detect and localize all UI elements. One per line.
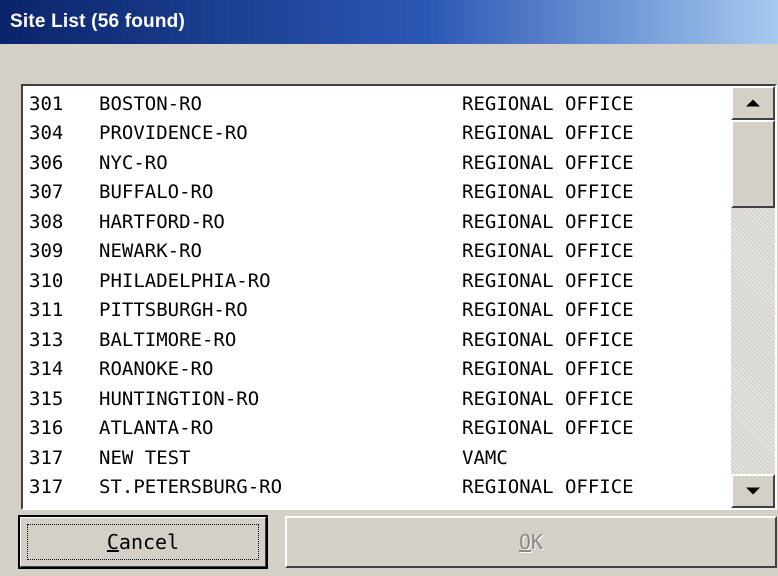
site-id: 314 <box>29 358 64 381</box>
ok-button[interactable]: OK <box>285 516 777 568</box>
site-id: 310 <box>29 269 64 292</box>
list-item[interactable]: 306 NYC-RO REGIONAL OFFICE <box>23 148 729 178</box>
site-name: NYC-RO <box>99 151 168 174</box>
cancel-button[interactable]: Cancel <box>18 515 268 569</box>
site-id: 315 <box>29 387 64 410</box>
site-listbox[interactable]: 301 BOSTON-RO REGIONAL OFFICE 304 PROVIDENCE… <box>21 84 777 510</box>
site-id: 311 <box>29 299 64 322</box>
site-id: 317 <box>29 476 64 499</box>
site-name: ROANOKE-RO <box>99 358 214 381</box>
site-id: 306 <box>29 151 64 174</box>
list-item[interactable]: 304 PROVIDENCE-RO REGIONAL OFFICE <box>23 119 729 149</box>
site-type: REGIONAL OFFICE <box>462 210 634 233</box>
window-title: Site List (56 found) <box>10 11 185 32</box>
list-item[interactable]: 301 BOSTON-RO REGIONAL OFFICE <box>23 89 729 119</box>
scroll-down-button[interactable] <box>731 474 775 508</box>
site-type: REGIONAL OFFICE <box>462 151 634 174</box>
title-bar: Site List (56 found) <box>0 0 778 44</box>
list-item[interactable]: 317 ST.PETERSBURG-RO REGIONAL OFFICE <box>23 473 729 503</box>
site-id: 317 <box>29 446 64 469</box>
site-name: BUFFALO-RO <box>99 181 214 204</box>
site-type: REGIONAL OFFICE <box>462 299 634 322</box>
site-type: REGIONAL OFFICE <box>462 92 634 115</box>
list-item[interactable]: 317 NEW TEST VAMC <box>23 443 729 473</box>
site-name: NEWARK-RO <box>99 240 202 263</box>
site-type: VAMC <box>462 446 508 469</box>
list-item[interactable]: 313 BALTIMORE-RO REGIONAL OFFICE <box>23 325 729 355</box>
site-name: NEW TEST <box>99 446 191 469</box>
site-name: ST.PETERSBURG-RO <box>99 476 283 499</box>
site-name: ATLANTA-RO <box>99 417 214 440</box>
site-type: REGIONAL OFFICE <box>462 240 634 263</box>
vertical-scrollbar[interactable] <box>731 86 775 508</box>
list-item[interactable]: 310 PHILADELPHIA-RO REGIONAL OFFICE <box>23 266 729 296</box>
site-name: PHILADELPHIA-RO <box>99 269 271 292</box>
site-type: REGIONAL OFFICE <box>462 181 634 204</box>
site-type: REGIONAL OFFICE <box>462 387 634 410</box>
list-item[interactable]: 316 ATLANTA-RO REGIONAL OFFICE <box>23 414 729 444</box>
site-name: BALTIMORE-RO <box>99 328 237 351</box>
list-item[interactable]: 315 HUNTINGTION-RO REGIONAL OFFICE <box>23 384 729 414</box>
site-list-dialog: Site List (56 found) 301 BOSTON-RO REGIONA… <box>0 0 778 576</box>
site-id: 301 <box>29 92 64 115</box>
site-id: 309 <box>29 240 64 263</box>
site-id: 304 <box>29 122 64 145</box>
scroll-up-button[interactable] <box>731 86 775 120</box>
site-type: REGIONAL OFFICE <box>462 476 634 499</box>
site-id: 307 <box>29 181 64 204</box>
focus-rectangle <box>27 524 259 560</box>
ok-button-label: OK <box>518 530 544 554</box>
site-name: PITTSBURGH-RO <box>99 299 248 322</box>
site-type: REGIONAL OFFICE <box>462 358 634 381</box>
site-id: 313 <box>29 328 64 351</box>
site-name: BOSTON-RO <box>99 92 202 115</box>
site-type: REGIONAL OFFICE <box>462 269 634 292</box>
list-item[interactable]: 307 BUFFALO-RO REGIONAL OFFICE <box>23 178 729 208</box>
site-id: 308 <box>29 210 64 233</box>
site-list-rows: 301 BOSTON-RO REGIONAL OFFICE 304 PROVIDENCE… <box>23 89 729 502</box>
site-type: REGIONAL OFFICE <box>462 328 634 351</box>
scroll-thumb[interactable] <box>731 120 775 208</box>
list-item[interactable]: 309 NEWARK-RO REGIONAL OFFICE <box>23 237 729 267</box>
site-type: REGIONAL OFFICE <box>462 417 634 440</box>
site-name: HARTFORD-RO <box>99 210 225 233</box>
site-type: REGIONAL OFFICE <box>462 122 634 145</box>
site-name: HUNTINGTION-RO <box>99 387 260 410</box>
list-item[interactable]: 311 PITTSBURGH-RO REGIONAL OFFICE <box>23 296 729 326</box>
site-id: 316 <box>29 417 64 440</box>
site-name: PROVIDENCE-RO <box>99 122 248 145</box>
arrow-down-icon <box>746 487 760 495</box>
list-item[interactable]: 314 ROANOKE-RO REGIONAL OFFICE <box>23 355 729 385</box>
arrow-up-icon <box>746 99 760 107</box>
list-item[interactable]: 308 HARTFORD-RO REGIONAL OFFICE <box>23 207 729 237</box>
